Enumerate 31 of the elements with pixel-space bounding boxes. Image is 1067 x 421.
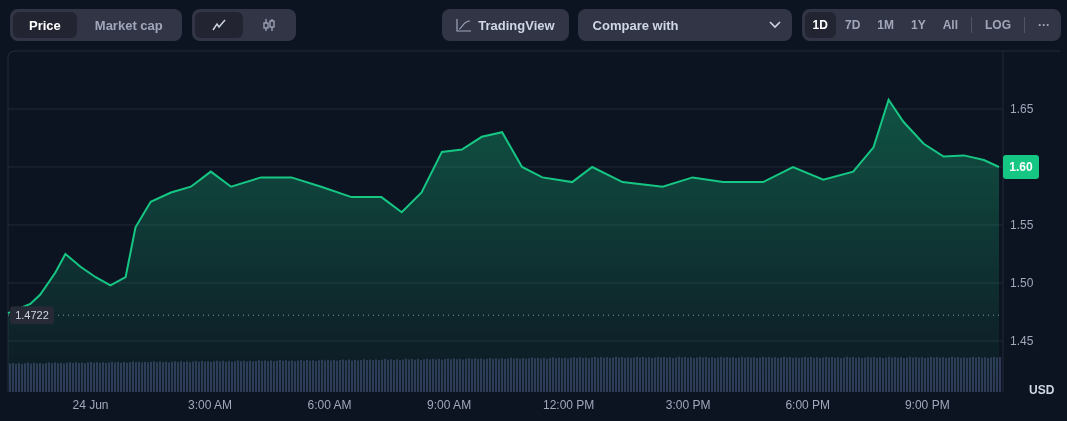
y-axis-label: 1.50: [1010, 275, 1034, 290]
x-axis-label: 9:00 AM: [427, 398, 472, 412]
x-axis-label: 6:00 PM: [785, 398, 831, 412]
more-button[interactable]: ···: [1030, 12, 1058, 38]
y-axis-label: 1.45: [1010, 333, 1034, 348]
chart-style-tab[interactable]: [194, 12, 243, 38]
x-axis-label: 6:00 AM: [307, 398, 352, 412]
chart-line-icon: [456, 18, 473, 32]
compare-dropdown[interactable]: Compare with: [577, 9, 792, 41]
range-tab[interactable]: 1D: [804, 12, 836, 38]
current-price-badge: 1.60: [1003, 155, 1039, 179]
x-axis-label: 3:00 AM: [188, 398, 233, 412]
log-button[interactable]: LOG: [977, 12, 1019, 38]
range-tab[interactable]: 1Y: [902, 12, 934, 38]
x-axis-label: 24 Jun: [72, 398, 109, 412]
tradingview-button[interactable]: TradingView: [442, 9, 569, 41]
chevron-down-icon: [768, 21, 781, 29]
x-axis-label: 12:00 PM: [542, 398, 595, 412]
y-axis-label: 1.55: [1010, 218, 1034, 232]
currency-label: USD: [1029, 383, 1055, 397]
metric-tab[interactable]: Price: [13, 12, 77, 38]
range-tab[interactable]: All: [934, 12, 966, 38]
y-axis-label: 1.65: [1010, 102, 1034, 116]
line-chart-icon: [211, 19, 226, 31]
range-tab[interactable]: 7D: [836, 12, 869, 38]
x-axis-label: 9:00 PM: [904, 398, 950, 412]
metric-tab[interactable]: Market cap: [78, 12, 179, 38]
x-axis-label: 3:00 PM: [665, 398, 711, 412]
start-price-badge: 1.4722: [10, 306, 54, 325]
range-tab[interactable]: 1M: [869, 12, 902, 38]
candlestick-icon: [261, 18, 276, 32]
